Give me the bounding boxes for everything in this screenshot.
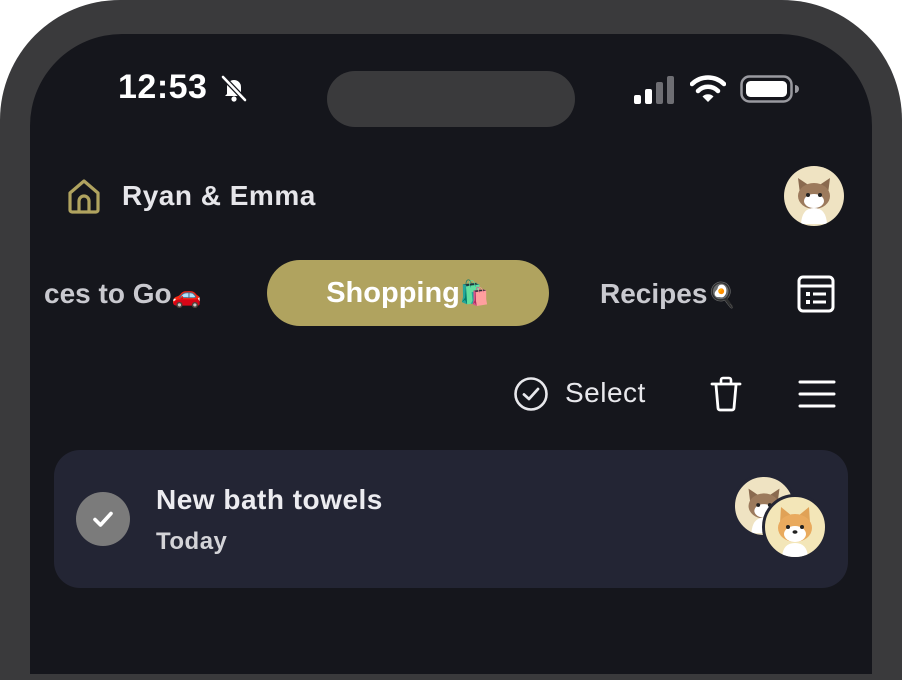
profile-avatar[interactable]	[784, 166, 844, 226]
bell-slash-icon	[221, 75, 247, 102]
checkmark-icon	[93, 511, 113, 527]
list-view-icon[interactable]	[796, 274, 836, 314]
trash-icon[interactable]	[710, 376, 742, 412]
completed-checkbox[interactable]	[76, 492, 130, 546]
tab-label: Recipes	[600, 278, 708, 309]
shopping-bags-emoji-icon: 🛍️	[459, 279, 490, 307]
car-emoji-icon: 🚗	[171, 281, 202, 309]
frying-pan-emoji-icon: 🍳	[707, 281, 738, 309]
home-icon[interactable]	[64, 176, 104, 216]
tab-shopping[interactable]: Shopping 🛍️	[267, 260, 549, 326]
cellular-signal-icon	[634, 76, 674, 104]
tab-recipes[interactable]: Recipes🍳	[600, 278, 737, 310]
dynamic-island	[327, 71, 575, 127]
item-title: New bath towels	[156, 484, 383, 515]
phone-frame: 12:53 Ryan & Emma ces to Go🚗 Shopping 🛍️…	[0, 0, 902, 680]
status-time: 12:53	[118, 68, 208, 106]
tab-label: ces to Go	[44, 278, 172, 309]
tab-places-to-go[interactable]: ces to Go🚗	[44, 278, 201, 310]
dog-avatar-icon	[778, 507, 812, 557]
check-circle-icon[interactable]	[513, 376, 549, 412]
select-button[interactable]: Select	[565, 377, 646, 409]
cat-avatar-icon	[798, 178, 830, 224]
list-item[interactable]: New bath towels Today	[54, 450, 848, 588]
household-name[interactable]: Ryan & Emma	[122, 180, 316, 212]
wifi-icon	[690, 75, 726, 102]
item-date: Today	[156, 528, 228, 555]
battery-icon	[740, 75, 799, 103]
hamburger-menu-icon[interactable]	[798, 378, 836, 410]
app-screen: 12:53 Ryan & Emma ces to Go🚗 Shopping 🛍️…	[30, 34, 872, 674]
tab-label: Shopping	[326, 276, 460, 309]
assignee-avatar-dog	[762, 494, 828, 560]
